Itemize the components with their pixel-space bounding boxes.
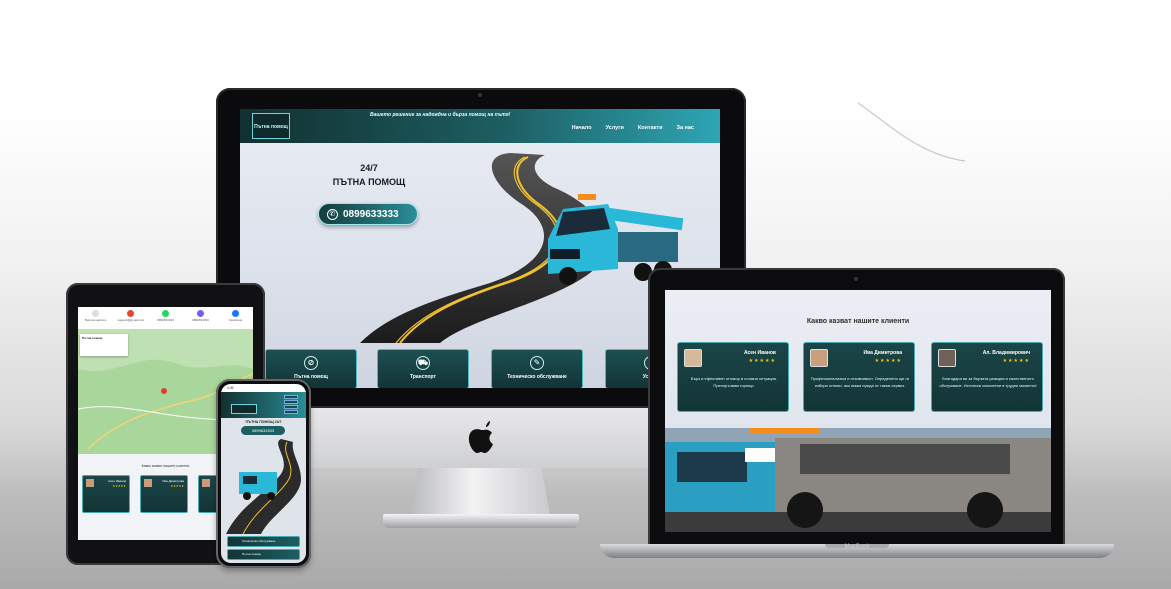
nav-item-home[interactable]: Начало <box>572 125 592 131</box>
service-label: Транспорт <box>409 374 436 380</box>
phone-header <box>221 392 306 418</box>
nav-item-services[interactable]: Услуги <box>606 125 624 131</box>
imac-stand-base <box>383 514 579 528</box>
camera <box>478 93 482 97</box>
laptop-base: MacBook <box>600 544 1114 558</box>
contacts-bar: Виж на картата support@gmail.com 0899633… <box>78 307 253 329</box>
map-info-card: Пътна помощ <box>80 334 128 356</box>
whatsapp-icon <box>162 310 169 317</box>
location-icon <box>92 310 99 317</box>
star-rating: ★★★★★ <box>112 484 126 488</box>
contact-whatsapp[interactable]: 0899633333 <box>153 310 179 322</box>
site-logo[interactable] <box>231 404 257 414</box>
nav-item-contacts[interactable]: Контакти <box>638 125 663 131</box>
review-text: Благодаря ви за бързата реакция и качест… <box>939 376 1037 388</box>
phone-website: 1:41 ПЪТНА ПОМОЩ 24/7 0899633333 Техниче… <box>221 384 306 563</box>
truck-icon: ⛟ <box>416 356 430 370</box>
review-name: Асен Иванов <box>743 350 776 356</box>
star-rating: ★★★★★ <box>874 358 902 364</box>
phone-icon: ✆ <box>327 208 338 220</box>
main-nav: Начало Услуги Контакти За нас <box>572 125 694 131</box>
hero-title: ПЪТНА ПОМОЩ 24/7 <box>245 420 282 424</box>
star-rating: ★★★★★ <box>748 358 776 364</box>
review-card: Ива Димитрова ★★★★★ Професионализъм и от… <box>803 342 915 412</box>
review-text: Бърз и ефективен отговор в сложна ситуац… <box>690 376 778 388</box>
site-tagline: Вашето решение за надеждна и бърза помощ… <box>370 112 511 118</box>
service-card[interactable]: ✎ Техническо обслужване <box>491 349 583 388</box>
gmail-icon <box>127 310 134 317</box>
device-label: MacBook <box>844 544 870 550</box>
laptop: Какво казват нашите клиенти Асен Иванов … <box>648 268 1065 546</box>
menu-item-services[interactable] <box>284 400 298 404</box>
laptop-website: Какво казват нашите клиенти Асен Иванов … <box>665 290 1051 532</box>
tow-truck-photo <box>665 428 1051 532</box>
review-card: Асен Иванов ★★★★★ Бърз и ефективен отгов… <box>677 342 789 412</box>
review-text: Професионализъм и отзивчивост. Определен… <box>810 376 910 388</box>
mobile-menu <box>284 395 298 415</box>
avatar <box>938 349 956 367</box>
hero-line-2: ПЪТНА ПОМОЩ <box>332 177 406 187</box>
service-label: Техническо обслужване <box>507 374 567 380</box>
contact-facebook[interactable]: Facebook <box>223 310 249 322</box>
review-card: Ал. Владимирович ★★★★★ Благодаря ви за б… <box>931 342 1043 412</box>
menu-item-about[interactable] <box>284 410 298 414</box>
imac-stand <box>410 468 550 516</box>
menu-item-home[interactable] <box>284 395 298 399</box>
call-button[interactable]: ✆ 0899633333 <box>318 203 418 225</box>
review-card: Ива Димитрова ★★★★★ <box>140 475 188 513</box>
review-name: Ива Димитрова <box>863 350 902 356</box>
contact-location[interactable]: Виж на картата <box>83 310 109 322</box>
wrench-icon: ✎ <box>530 356 544 370</box>
status-bar: 1:41 <box>221 384 306 392</box>
call-button-number: 0899633333 <box>343 208 399 220</box>
service-item[interactable]: Техническо обслужване <box>227 536 300 547</box>
reviews-title: Какво казват нашите клиенти <box>806 318 910 325</box>
review-name: Асен Иванов <box>108 479 126 483</box>
contact-viber[interactable]: 0899633333 <box>188 310 214 322</box>
avatar <box>86 479 94 487</box>
tow-icon: ⊘ <box>304 356 318 370</box>
status-time: 1:41 <box>227 386 234 390</box>
avatar <box>684 349 702 367</box>
road-illustration <box>226 439 301 534</box>
avatar <box>202 479 210 487</box>
menu-item-contacts[interactable] <box>284 405 298 409</box>
service-card[interactable]: ⛟ Транспорт <box>377 349 469 388</box>
review-name: Ива Димитрова <box>162 479 184 483</box>
facebook-icon <box>232 310 239 317</box>
nav-item-about[interactable]: За нас <box>677 125 694 131</box>
review-card: Асен Иванов ★★★★★ <box>82 475 130 513</box>
apple-logo-icon <box>468 421 493 453</box>
decorative-swoosh <box>857 102 966 162</box>
site-logo[interactable]: Пътна помощ <box>252 113 290 139</box>
hero-line-1: 24/7 <box>360 163 378 173</box>
star-rating: ★★★★★ <box>170 484 184 488</box>
avatar <box>144 479 152 487</box>
avatar <box>810 349 828 367</box>
smartphone: 1:41 ПЪТНА ПОМОЩ 24/7 0899633333 Техниче… <box>216 379 311 568</box>
service-item[interactable]: Пътна помощ <box>227 549 300 560</box>
map-card-title: Пътна помощ <box>82 336 103 340</box>
review-name: Ал. Владимирович <box>982 350 1030 356</box>
site-header: Пътна помощ Вашето решение за надеждна и… <box>240 109 720 143</box>
hero-title: 24/7 ПЪТНА ПОМОЩ <box>325 161 413 189</box>
contact-email[interactable]: support@gmail.com <box>118 310 144 322</box>
viber-icon <box>197 310 204 317</box>
camera <box>854 277 858 281</box>
star-rating: ★★★★★ <box>1002 358 1030 364</box>
